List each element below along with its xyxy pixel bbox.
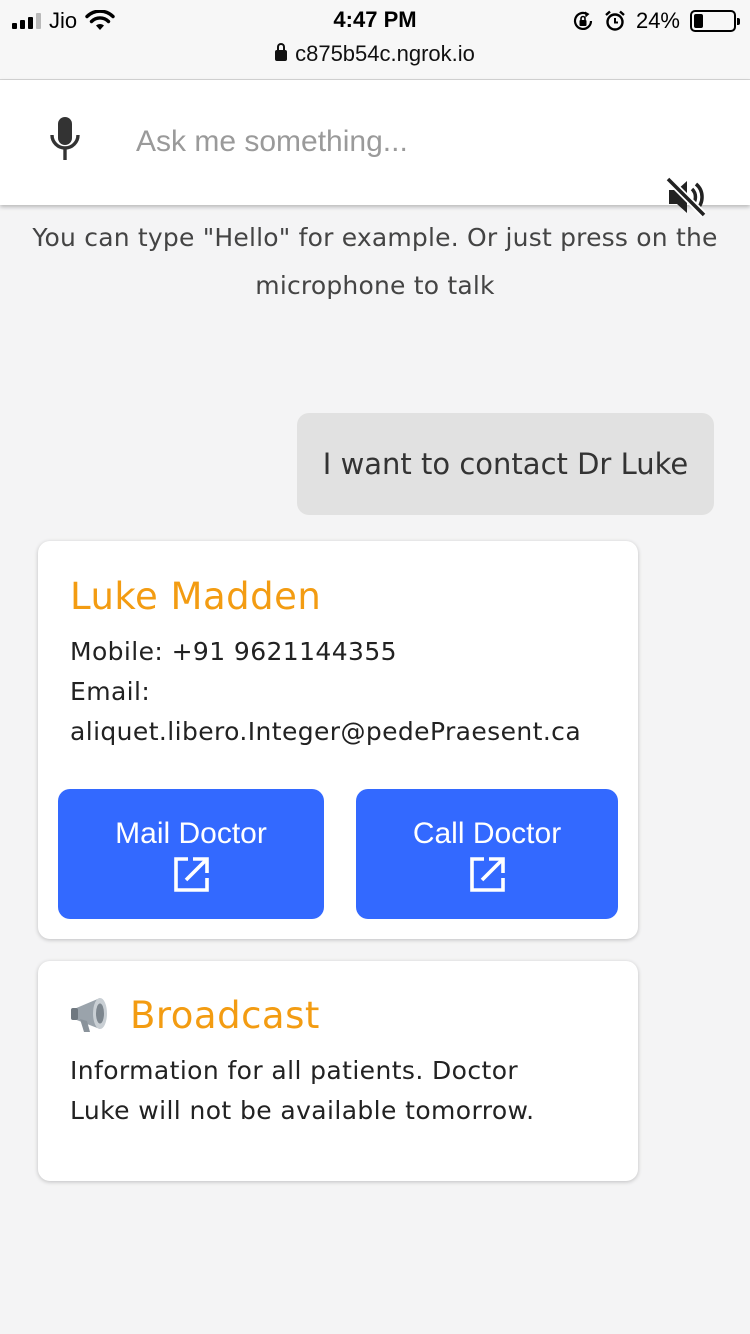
- doctor-name: Luke Madden: [70, 575, 322, 618]
- open-external-icon: [470, 857, 505, 892]
- lock-icon: [275, 43, 288, 61]
- ask-input[interactable]: [136, 120, 656, 164]
- status-bar: Jio 4:47 PM c875b54c.ngrok.io 24%: [0, 0, 750, 80]
- alarm-icon: [605, 10, 625, 31]
- microphone-icon[interactable]: [48, 116, 82, 166]
- usage-hint: You can type "Hello" for example. Or jus…: [32, 223, 718, 300]
- broadcast-message: Information for all patients. Doctor Luk…: [70, 1056, 535, 1125]
- mail-doctor-label: Mail Doctor: [115, 817, 267, 850]
- rotation-lock-icon: [573, 11, 593, 30]
- volume-mute-icon[interactable]: [664, 175, 708, 219]
- doctor-contact-card: Luke Madden Mobile: +91 9621144355 Email…: [38, 541, 638, 939]
- broadcast-card: Broadcast Information for all patients. …: [38, 961, 638, 1181]
- call-doctor-button[interactable]: Call Doctor: [356, 789, 618, 919]
- doctor-email: aliquet.libero.Integer@pedePraesent.ca: [70, 717, 582, 746]
- doctor-mobile: Mobile: +91 9621144355: [70, 637, 397, 666]
- broadcast-header: Broadcast: [70, 993, 320, 1037]
- battery-percent: 24%: [635, 8, 680, 33]
- mail-doctor-button[interactable]: Mail Doctor: [58, 789, 324, 919]
- call-doctor-label: Call Doctor: [412, 817, 562, 850]
- user-message-bubble: I want to contact Dr Luke: [297, 413, 714, 515]
- email-label: Email:: [70, 677, 151, 706]
- chat-input-bar: [0, 80, 750, 218]
- open-external-icon: [174, 857, 209, 892]
- broadcast-title: Broadcast: [130, 993, 320, 1037]
- url-bar[interactable]: c875b54c.ngrok.io: [0, 41, 750, 67]
- megaphone-icon: [71, 998, 107, 1032]
- status-right: 24%: [572, 8, 740, 34]
- battery-fill: [694, 14, 704, 28]
- battery-icon: [690, 10, 740, 32]
- url-text: c875b54c.ngrok.io: [295, 41, 475, 66]
